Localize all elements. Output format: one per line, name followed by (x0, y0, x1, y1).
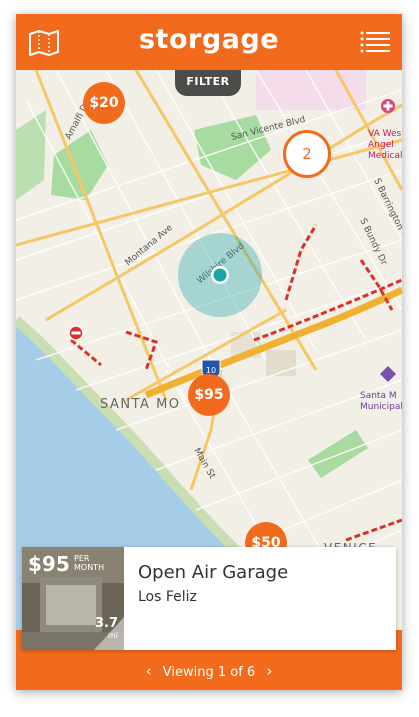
listing-price-unit: PER MONTH (74, 554, 104, 572)
price-unit-line-2: MONTH (74, 563, 105, 572)
filter-button[interactable]: FILTER (175, 70, 241, 96)
listing-title: Open Air Garage (138, 562, 289, 583)
hamburger-menu-icon[interactable] (360, 31, 390, 53)
price-pin[interactable]: $20 (83, 82, 125, 124)
chevron-left-icon[interactable]: ‹ (139, 662, 159, 680)
app-screen: storgage FILTER Amalfi Dr San Vicente Bl… (16, 14, 402, 690)
poi-label: Santa M (360, 391, 397, 401)
no-entry-icon (68, 325, 84, 341)
top-bar: storgage (16, 14, 402, 70)
poi-label: Medical C (368, 151, 402, 161)
listing-location: Los Feliz (138, 589, 197, 605)
chevron-right-icon[interactable]: › (259, 662, 279, 680)
cluster-marker[interactable]: 2 (283, 130, 331, 178)
distance-unit: mi (107, 631, 118, 640)
listing-photo: $95 PER MONTH 3.7 mi (22, 547, 124, 650)
listing-card[interactable]: $95 PER MONTH 3.7 mi Open Air Garage Los… (22, 547, 396, 650)
listing-distance: 3.7 mi (94, 616, 118, 642)
poi-label: Municipal (360, 402, 402, 412)
pager: ‹ Viewing 1 of 6 › (16, 662, 402, 680)
brand-logo: storgage (138, 24, 280, 55)
price-pin[interactable]: $95 (188, 374, 230, 416)
map-view[interactable]: Amalfi Dr San Vicente Blvd Montana Ave W… (16, 70, 402, 630)
hospital-area (256, 70, 366, 110)
user-location-icon (211, 266, 229, 284)
pager-text: Viewing 1 of 6 (162, 665, 256, 680)
map-canvas: Amalfi Dr San Vicente Blvd Montana Ave W… (16, 70, 402, 630)
hospital-icon (381, 99, 395, 113)
poi-label: Angel (368, 140, 394, 150)
price-unit-line-1: PER (74, 554, 90, 563)
area-label: SANTA MO (100, 397, 181, 412)
poi-label: VA West (368, 129, 402, 139)
distance-value: 3.7 (94, 616, 118, 631)
listing-price: $95 (28, 552, 70, 576)
